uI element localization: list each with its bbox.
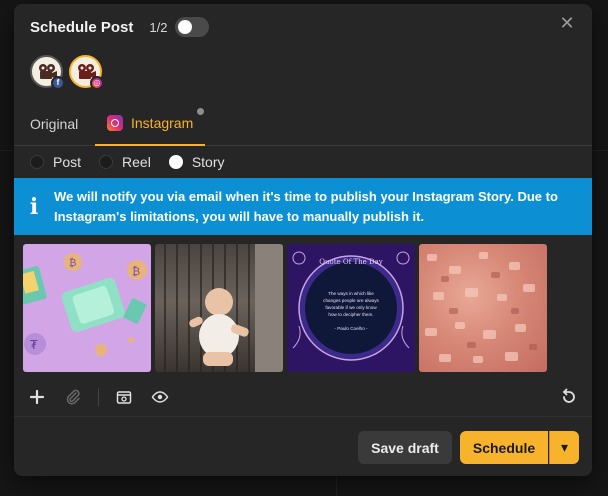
baby-image[interactable] [155, 244, 283, 372]
toggle-switch[interactable] [175, 17, 210, 37]
radio-reel[interactable] [99, 155, 114, 169]
media-gallery: ₿ ₿ ₮ Quote Of The Day The ways in which… [23, 244, 547, 372]
radio-story[interactable] [168, 155, 183, 169]
close-icon[interactable]: ✕ [558, 14, 576, 32]
preview-eye-icon[interactable] [149, 386, 171, 408]
attachment-icon[interactable] [62, 386, 84, 408]
post-type-reel[interactable]: Reel [99, 154, 151, 170]
instagram-icon [107, 115, 123, 131]
post-type-post[interactable]: Post [30, 154, 81, 170]
schedule-post-modal: Schedule Post 1/2 ✕ f ◎ Original Instagr… [14, 4, 592, 476]
tab-instagram[interactable]: Instagram [95, 102, 206, 146]
post-type-post-label: Post [53, 154, 82, 170]
toggle-knob [178, 20, 193, 34]
save-draft-button[interactable]: Save draft [358, 431, 452, 464]
pink-salt-texture [425, 252, 537, 363]
svg-text:₿: ₿ [69, 257, 76, 269]
post-type-story[interactable]: Story [168, 154, 225, 170]
plus-icon[interactable] [26, 386, 48, 408]
quote-image[interactable]: Quote Of The Day The ways in which like … [287, 244, 415, 372]
step-indicator: 1/2 [149, 19, 168, 35]
svg-text:₮: ₮ [30, 338, 38, 352]
schedule-button[interactable]: Schedule [460, 431, 548, 464]
tab-original-label: Original [30, 116, 79, 132]
unsaved-dot-icon [197, 108, 205, 115]
svg-text:₿: ₿ [132, 265, 140, 278]
info-text: We will notify you via email when it's t… [54, 188, 558, 224]
quote-heading: Quote Of The Day [319, 258, 383, 266]
editor-toolbar [26, 386, 580, 408]
baby-photo [164, 244, 283, 372]
quote-author: - Paulo Coelho - [334, 326, 368, 331]
network-tabs: Original Instagram [14, 102, 592, 146]
radio-post[interactable] [30, 155, 44, 169]
tab-original[interactable]: Original [30, 102, 78, 146]
post-type-reel-label: Reel [122, 154, 151, 170]
toolbar-divider [98, 388, 99, 406]
tab-instagram-label: Instagram [131, 115, 194, 131]
quote-text: The ways in which like changes people ar… [323, 291, 379, 317]
instagram-badge-icon: ◎ [90, 76, 104, 90]
account-avatar-instagram[interactable]: ◎ [69, 55, 104, 90]
post-type-story-label: Story [191, 154, 225, 170]
wallet-coins-image[interactable]: ₿ ₿ ₮ [23, 244, 151, 372]
wallet-coins-illustration: ₿ ₿ ₮ [23, 253, 147, 356]
modal-title: Schedule Post [30, 18, 134, 36]
info-icon: i [29, 193, 39, 220]
post-type-selector: Post Reel Story [30, 154, 243, 170]
modal-header: Schedule Post 1/2 [30, 17, 210, 37]
undo-icon[interactable] [558, 386, 580, 408]
pink-salt-image[interactable] [419, 244, 547, 372]
schedule-options-chevron-down-icon[interactable]: ▾ [549, 431, 579, 464]
media-library-icon[interactable] [113, 386, 135, 408]
account-avatar-facebook[interactable]: f [30, 55, 65, 90]
facebook-badge-icon: f [51, 76, 65, 90]
footer-divider [14, 416, 592, 417]
info-banner: i We will notify you via email when it's… [14, 178, 592, 235]
account-selector: f ◎ [30, 55, 104, 90]
